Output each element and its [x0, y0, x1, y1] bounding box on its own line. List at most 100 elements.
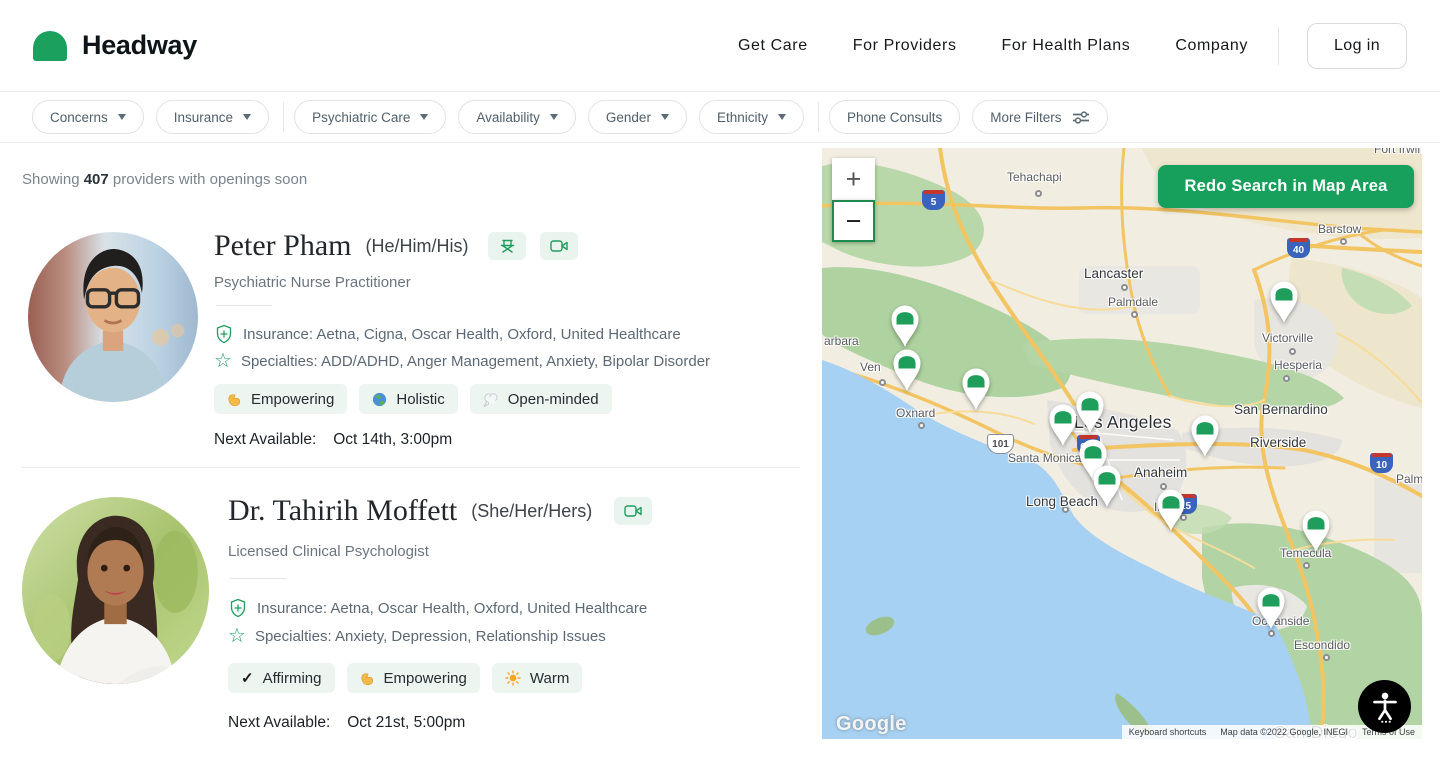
map-pin[interactable]: [888, 303, 922, 348]
traits-row: Empowering Holistic Open-minded: [214, 384, 612, 414]
map-label: Long Beach: [1026, 494, 1098, 509]
chevron-down-icon: [420, 114, 428, 120]
redo-search-button[interactable]: Redo Search in Map Area: [1158, 165, 1414, 208]
filter-bar: Concerns Insurance Psychiatric Care Avai…: [0, 92, 1440, 143]
map-pin[interactable]: [1267, 279, 1301, 324]
provider-name[interactable]: Dr. Tahirih Moffett: [228, 494, 457, 528]
filter-ethnicity-label: Ethnicity: [717, 110, 768, 125]
specialties-values: ADD/ADHD, Anger Management, Anxiety, Bip…: [321, 353, 710, 370]
map-zoom-out-button[interactable]: −: [832, 200, 875, 242]
map-label: Palmdale: [1108, 295, 1158, 309]
filter-group-divider: [818, 102, 819, 132]
town-dot: [1268, 630, 1275, 637]
filter-availability[interactable]: Availability: [458, 100, 576, 134]
next-available-row: Next Available: Oct 21st, 5:00pm: [228, 714, 465, 732]
town-dot: [918, 422, 925, 429]
town-dot: [1340, 238, 1347, 245]
nav-for-health-plans[interactable]: For Health Plans: [1002, 37, 1131, 55]
next-available-value: Oct 14th, 3:00pm: [333, 431, 452, 449]
insurance-row: Insurance: Aetna, Oscar Health, Oxford, …: [228, 598, 647, 618]
map-pin[interactable]: [1299, 508, 1333, 553]
filter-gender-label: Gender: [606, 110, 651, 125]
traits-row: ✓ Affirming Empowering Warm: [228, 663, 582, 693]
in-person-icon: [499, 238, 516, 254]
filter-insurance[interactable]: Insurance: [156, 100, 269, 134]
map-panel[interactable]: 5 40 101 605 10 15 Fort Irwin Tehachapi …: [822, 148, 1422, 739]
next-available-label: Next Available:: [228, 714, 330, 732]
google-logo[interactable]: Google: [836, 713, 907, 736]
filter-concerns[interactable]: Concerns: [32, 100, 144, 134]
filter-insurance-label: Insurance: [174, 110, 233, 125]
summary-prefix: Showing: [22, 171, 80, 188]
headway-logo-text: Headway: [82, 30, 197, 61]
login-button[interactable]: Log in: [1307, 23, 1407, 69]
sliders-icon: [1072, 111, 1090, 124]
town-dot: [1289, 348, 1296, 355]
chevron-down-icon: [661, 114, 669, 120]
provider-name[interactable]: Peter Pham: [214, 229, 351, 263]
provider-pronouns: (He/Him/His): [365, 236, 468, 257]
map-pin[interactable]: [1046, 402, 1080, 447]
map-pin[interactable]: [959, 366, 993, 411]
map-zoom-in-button[interactable]: +: [832, 158, 875, 200]
trait-label: Open-minded: [508, 391, 599, 408]
provider-avatar[interactable]: [22, 497, 209, 684]
insurance-values: Aetna, Cigna, Oscar Health, Oxford, Unit…: [316, 326, 680, 343]
filter-psychiatric-care-label: Psychiatric Care: [312, 110, 410, 125]
summary-suffix: providers with openings soon: [113, 171, 307, 188]
shield-number: 101: [992, 439, 1009, 450]
shield-plus-icon: [228, 598, 248, 618]
nav-get-care[interactable]: Get Care: [738, 37, 808, 55]
town-dot: [879, 379, 886, 386]
top-nav-bar: Headway Get Care For Providers For Healt…: [0, 0, 1440, 92]
map-pin[interactable]: [1254, 585, 1288, 630]
headway-logo[interactable]: Headway: [33, 30, 197, 61]
globe-icon: [372, 392, 387, 407]
filter-phone-consults[interactable]: Phone Consults: [829, 100, 960, 134]
specialties-values: Anxiety, Depression, Relationship Issues: [335, 628, 606, 645]
interstate-shield: 10: [1370, 453, 1393, 473]
next-available-row: Next Available: Oct 14th, 3:00pm: [214, 431, 452, 449]
star-icon: ☆: [214, 351, 232, 371]
trait-chip: Warm: [492, 663, 582, 693]
chevron-down-icon: [550, 114, 558, 120]
shield-number: 10: [1376, 460, 1387, 471]
map-label: Escondido: [1294, 638, 1350, 652]
insurance-row: Insurance: Aetna, Cigna, Oscar Health, O…: [214, 324, 681, 344]
nav-divider: [1278, 27, 1279, 65]
specialties-label: Specialties:: [255, 628, 332, 645]
next-available-value: Oct 21st, 5:00pm: [347, 714, 465, 732]
map-label: Palm Springs: [1396, 472, 1422, 486]
filter-more-filters-label: More Filters: [990, 110, 1061, 125]
check-icon: ✓: [241, 671, 254, 686]
keyboard-shortcuts-link[interactable]: Keyboard shortcuts: [1122, 725, 1214, 739]
map-pin[interactable]: [1188, 413, 1222, 458]
video-icon: [550, 239, 569, 253]
accessibility-button[interactable]: [1358, 680, 1411, 733]
filter-ethnicity[interactable]: Ethnicity: [699, 100, 804, 134]
filter-psychiatric-care[interactable]: Psychiatric Care: [294, 100, 446, 134]
town-dot: [1323, 654, 1330, 661]
filter-availability-label: Availability: [476, 110, 540, 125]
provider-name-row: Peter Pham (He/Him/His): [214, 229, 578, 263]
map-pin[interactable]: [1154, 487, 1188, 532]
filter-more-filters[interactable]: More Filters: [972, 100, 1107, 134]
map-pin[interactable]: [890, 347, 924, 392]
provider-avatar[interactable]: [28, 232, 198, 402]
next-available-label: Next Available:: [214, 431, 316, 449]
thought-bubble-icon: [483, 392, 499, 407]
shield-plus-icon: [214, 324, 234, 344]
accessibility-icon: [1370, 691, 1400, 723]
map-label: Tehachapi: [1007, 170, 1062, 184]
muscle-icon: [360, 671, 375, 686]
filter-gender[interactable]: Gender: [588, 100, 687, 134]
nav-for-providers[interactable]: For Providers: [853, 37, 957, 55]
nav-company[interactable]: Company: [1175, 37, 1248, 55]
town-dot: [1303, 562, 1310, 569]
results-summary: Showing 407 providers with openings soon: [22, 171, 307, 188]
town-dot: [1121, 284, 1128, 291]
trait-chip: Holistic: [359, 384, 457, 414]
specialties-label: Specialties:: [241, 353, 318, 370]
map-pin[interactable]: [1090, 463, 1124, 508]
town-dot: [1283, 375, 1290, 382]
